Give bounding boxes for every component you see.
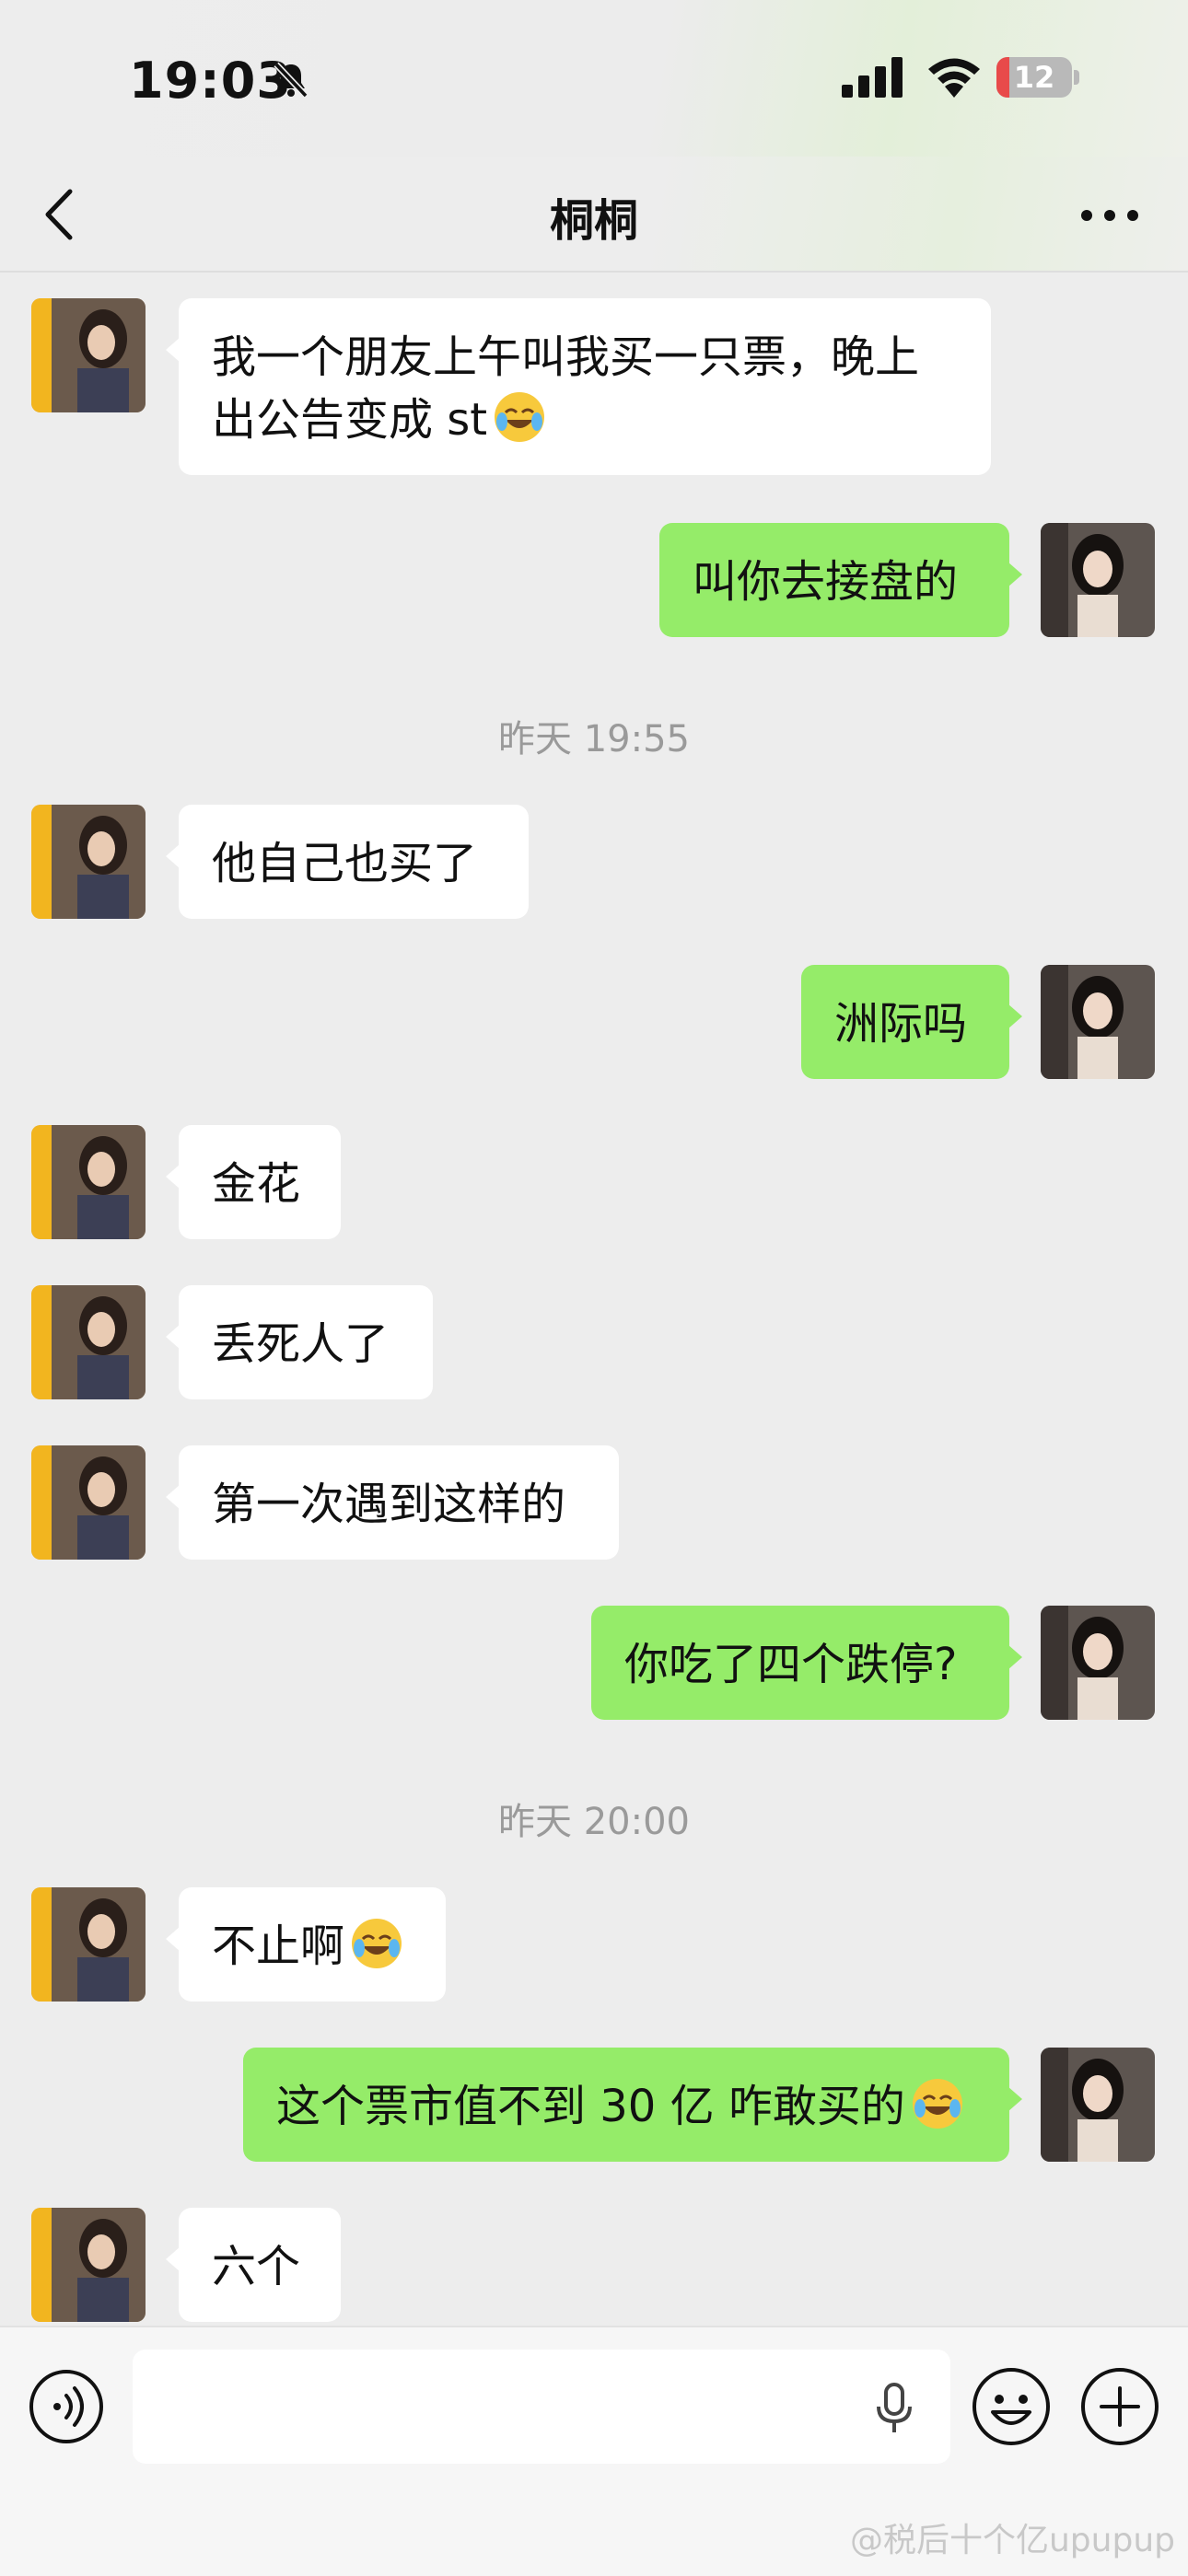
- message-text: 第一次遇到这样的: [212, 1479, 566, 1530]
- wifi-icon: [928, 58, 980, 98]
- message-bubble-incoming[interactable]: 第一次遇到这样的: [166, 1445, 619, 1560]
- contact-avatar[interactable]: [31, 1445, 146, 1560]
- laughing-crying-emoji: [912, 2079, 962, 2129]
- chat-title: 桐桐: [549, 195, 638, 247]
- status-bar: 19:03 12: [0, 0, 1188, 157]
- voice-icon[interactable]: [28, 2368, 105, 2445]
- message-text: 丢死人了: [212, 1318, 390, 1370]
- input-bar: @税后十个亿upupup: [0, 2326, 1188, 2576]
- watermark: @税后十个亿upupup: [849, 2522, 1175, 2559]
- emoji-icon[interactable]: [971, 2366, 1052, 2447]
- message-bubble-outgoing[interactable]: 洲际吗: [801, 965, 1022, 1079]
- message-list[interactable]: 我一个朋友上午叫我买一只票，晚上 出公告变成 st 叫你去接盘的 昨天 19:5…: [0, 273, 1188, 2326]
- contact-avatar[interactable]: [31, 805, 146, 919]
- mic-icon[interactable]: [871, 2381, 917, 2436]
- timestamp: 昨天 20:00: [498, 1801, 690, 1843]
- message-input[interactable]: [133, 2350, 950, 2464]
- plus-icon[interactable]: [1079, 2366, 1160, 2447]
- clock: 19:03: [129, 52, 292, 110]
- chat-header: 桐桐: [0, 157, 1188, 273]
- battery-level: 12: [1013, 60, 1055, 95]
- timestamp: 昨天 19:55: [498, 718, 690, 760]
- message-text: 叫你去接盘的: [693, 556, 959, 608]
- message-text: 六个: [212, 2241, 301, 2292]
- bell-off-icon: [274, 62, 309, 99]
- more-icon[interactable]: [1079, 204, 1140, 226]
- message-text-line: 不止啊: [212, 1915, 413, 1978]
- battery-icon: 12: [996, 57, 1072, 98]
- contact-avatar[interactable]: [31, 298, 146, 412]
- my-avatar[interactable]: [1041, 965, 1155, 1079]
- message-text: 金花: [212, 1158, 301, 1210]
- message-bubble-incoming[interactable]: 六个: [166, 2208, 341, 2322]
- message-text: 你吃了四个跌停?: [624, 1639, 958, 1690]
- message-bubble-incoming[interactable]: 我一个朋友上午叫我买一只票，晚上 出公告变成 st: [166, 298, 991, 475]
- contact-avatar[interactable]: [31, 2208, 146, 2322]
- message-bubble-incoming[interactable]: 金花: [166, 1125, 341, 1239]
- my-avatar[interactable]: [1041, 523, 1155, 637]
- contact-avatar[interactable]: [31, 1285, 146, 1399]
- message-text: 洲际吗: [834, 998, 968, 1050]
- message-bubble-outgoing[interactable]: 这个票市值不到 30 亿 咋敢买的: [243, 2048, 1022, 2162]
- contact-avatar[interactable]: [31, 1125, 146, 1239]
- signal-icon: [842, 57, 903, 98]
- my-avatar[interactable]: [1041, 2048, 1155, 2162]
- message-text: 我一个朋友上午叫我买一只票，晚上: [212, 331, 920, 383]
- message-bubble-outgoing[interactable]: 你吃了四个跌停?: [591, 1606, 1022, 1720]
- message-text-line2: 出公告变成 st: [212, 389, 958, 451]
- laughing-crying-emoji: [495, 392, 545, 442]
- message-text-line: 这个票市值不到 30 亿 咋敢买的: [276, 2075, 976, 2138]
- my-avatar[interactable]: [1041, 1606, 1155, 1720]
- message-bubble-incoming[interactable]: 他自己也买了: [166, 805, 529, 919]
- laughing-crying-emoji: [352, 1919, 402, 1968]
- message-text: 他自己也买了: [212, 838, 478, 889]
- message-bubble-incoming[interactable]: 不止啊: [166, 1887, 446, 2002]
- message-bubble-incoming[interactable]: 丢死人了: [166, 1285, 433, 1399]
- contact-avatar[interactable]: [31, 1887, 146, 2002]
- message-bubble-outgoing[interactable]: 叫你去接盘的: [659, 523, 1022, 637]
